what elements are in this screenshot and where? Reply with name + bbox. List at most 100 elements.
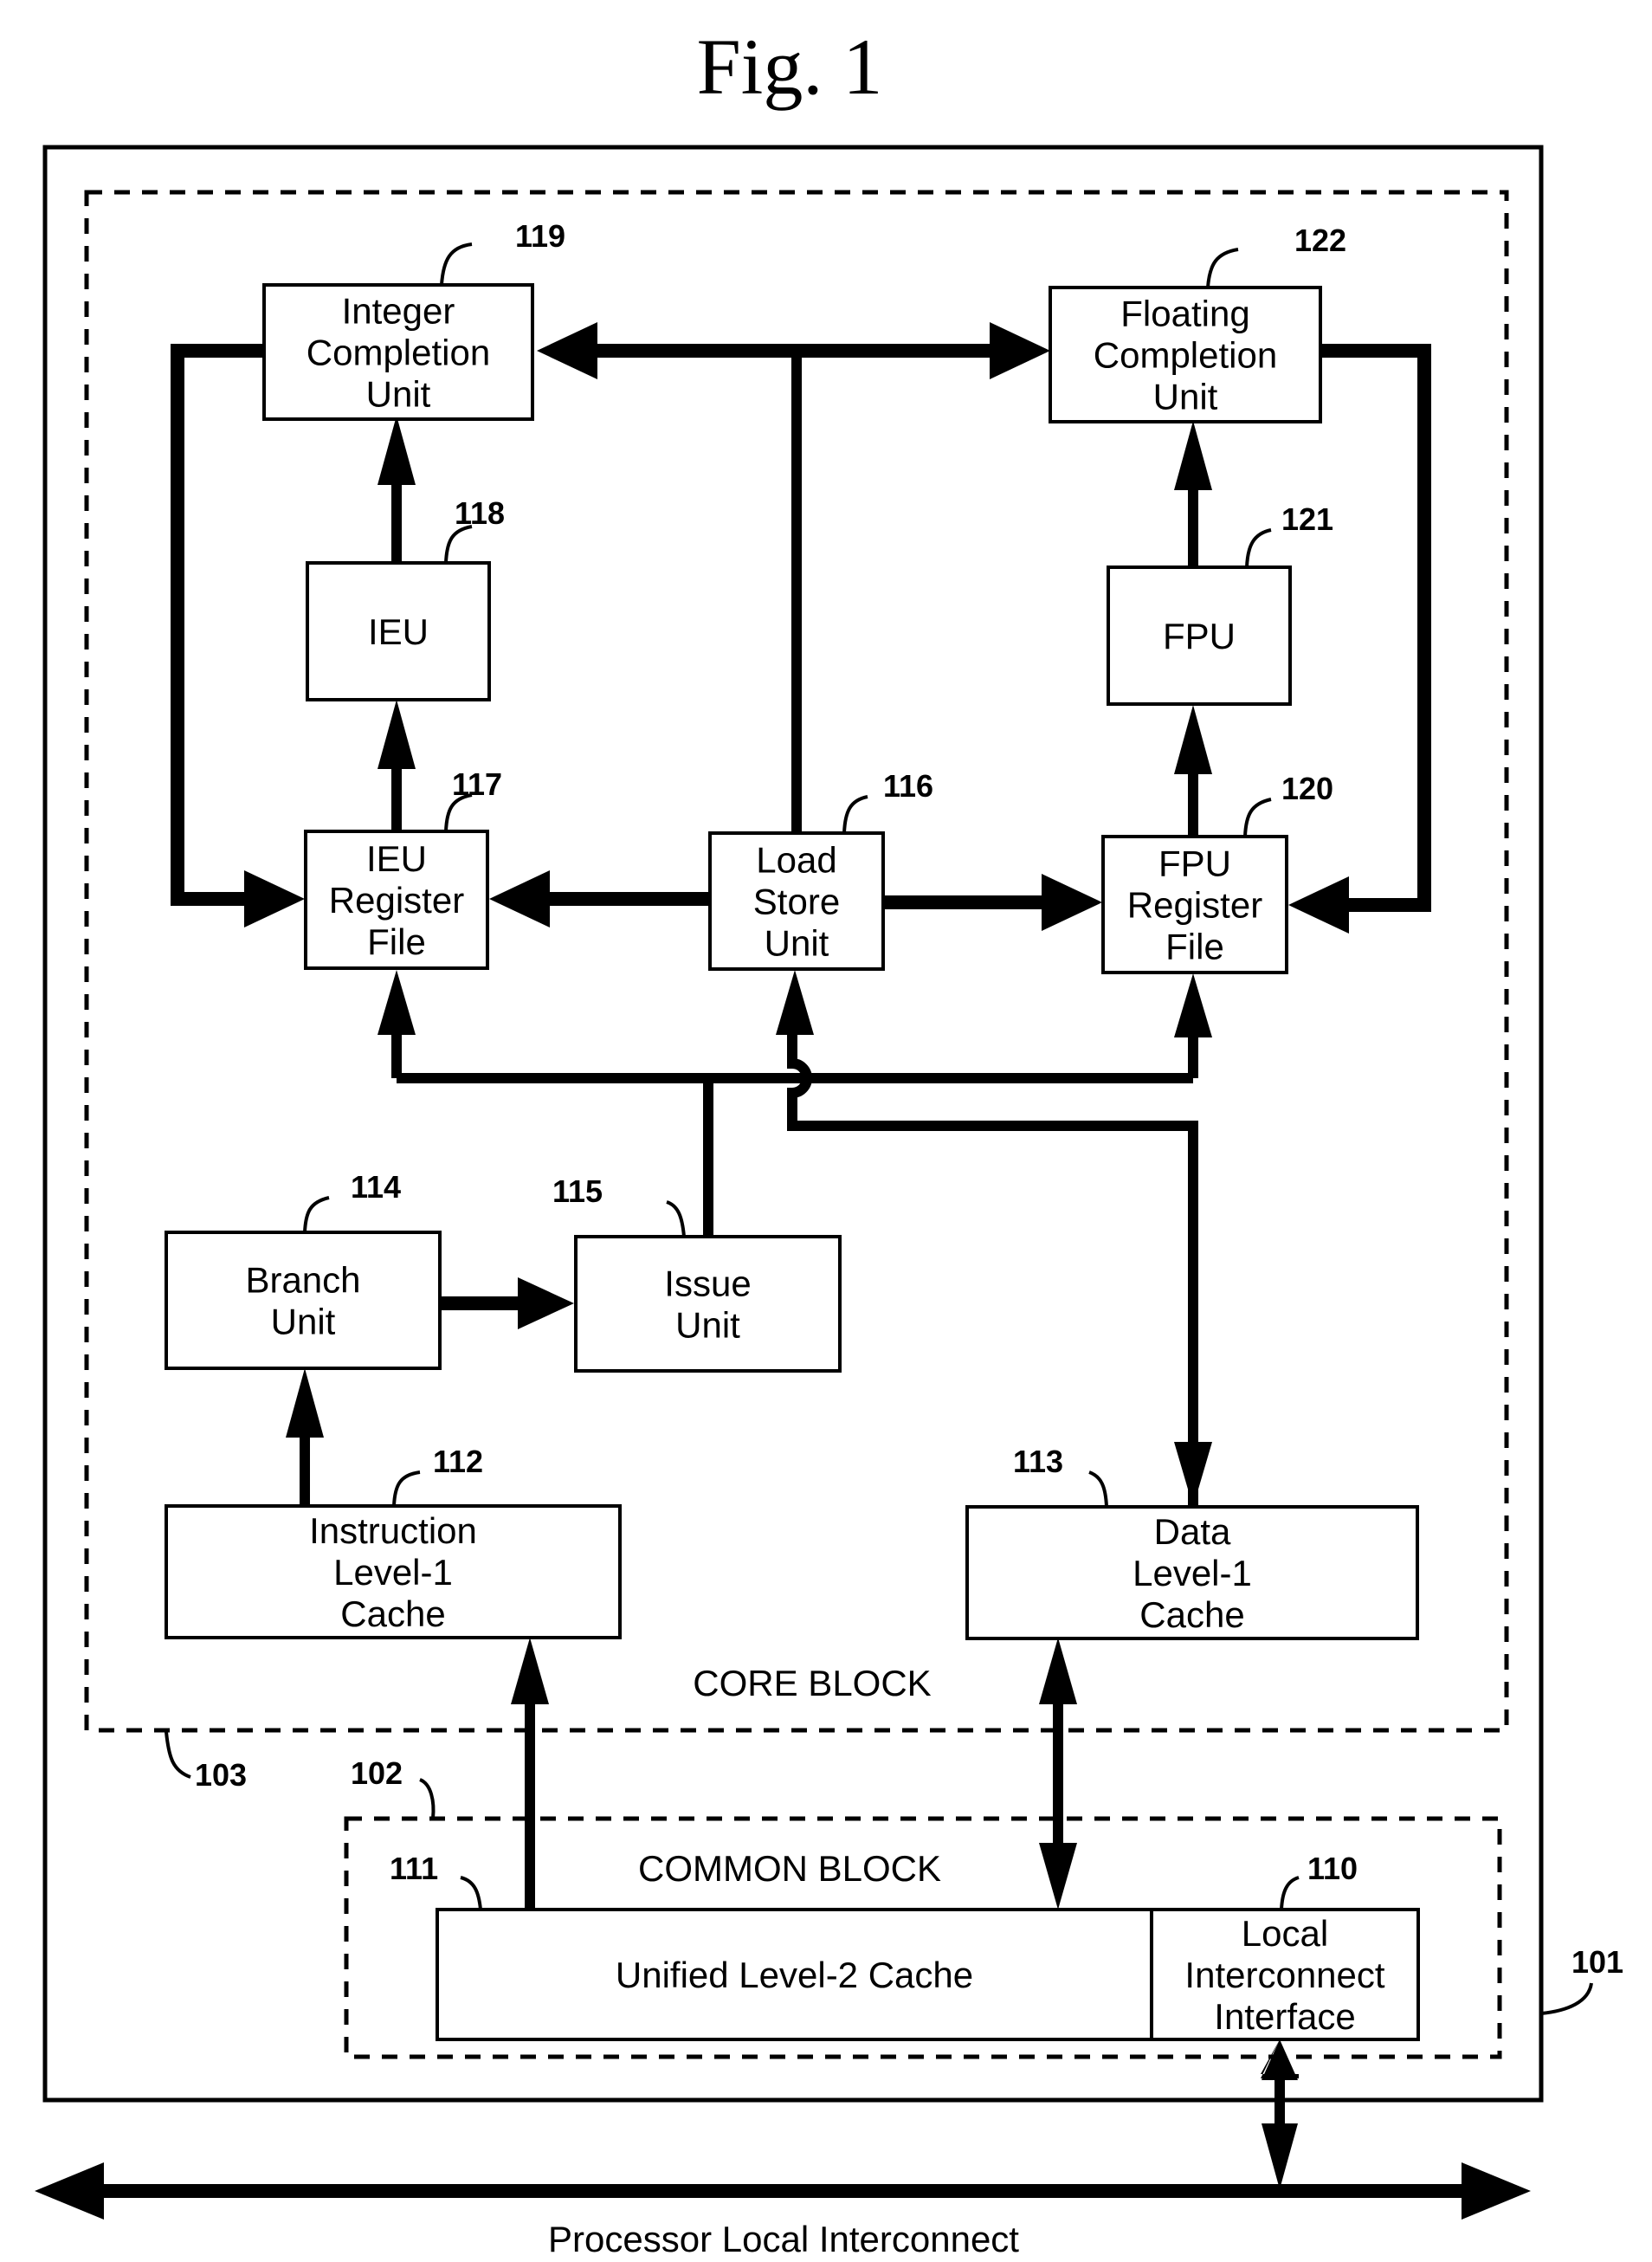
instruction-l1-cache-label-line: Level-1 xyxy=(333,1552,453,1593)
issue-unit-label-line: Unit xyxy=(675,1305,740,1346)
local-interconnect-interface-block: LocalInterconnectInterface 110 xyxy=(1150,1851,1420,2041)
ref-120: 120 xyxy=(1281,771,1333,806)
load-store-unit-label-line: Store xyxy=(753,882,840,922)
fpu-register-file-label-line: File xyxy=(1165,927,1224,967)
fpu-block: FPU 121 xyxy=(1107,501,1333,706)
bus-right-arrowhead xyxy=(1462,2162,1531,2220)
arrowhead-issue-to-ieu-regfile xyxy=(378,970,416,1035)
ref-110: 110 xyxy=(1307,1851,1358,1886)
common-block-label: COMMON BLOCK xyxy=(638,1848,941,1889)
arrowhead-to-l2 xyxy=(1039,1843,1077,1910)
ref-leader-114 xyxy=(303,1196,330,1233)
ref-leader-102 xyxy=(419,1778,436,1819)
arrowhead-to-il1 xyxy=(511,1638,549,1704)
arrowhead-lsu-to-ieu-regfile xyxy=(489,870,550,927)
ref-116: 116 xyxy=(883,768,933,804)
instruction-l1-cache-label-line: Instruction xyxy=(309,1510,477,1551)
wire-integer-completion-loop xyxy=(171,344,264,906)
fpu-register-file-label-line: FPU xyxy=(1158,843,1231,884)
issue-unit-block: IssueUnit 115 xyxy=(552,1173,842,1373)
arrowhead-to-data-l1 xyxy=(1174,1442,1212,1507)
fpu-register-file-block: FPURegisterFile 120 xyxy=(1101,771,1333,974)
fpu-label-line: FPU xyxy=(1163,616,1236,656)
ref-122: 122 xyxy=(1294,223,1346,258)
issue-unit-label-line: Issue xyxy=(664,1263,751,1304)
ref-leader-113 xyxy=(1088,1470,1108,1508)
arrowhead-to-ieu xyxy=(378,700,416,769)
bus-label: Processor Local Interconnect xyxy=(548,2219,1019,2259)
ref-115: 115 xyxy=(552,1173,603,1209)
ieu-label-line: IEU xyxy=(368,611,429,652)
arrowhead-to-branch xyxy=(286,1368,324,1438)
arrowhead-lsu-to-fpu-regfile xyxy=(1042,874,1102,931)
arrowhead-issue-to-fpu-regfile xyxy=(1174,973,1212,1037)
ref-leader-122 xyxy=(1206,248,1239,288)
local-interconnect-interface-label-line: Local xyxy=(1242,1913,1328,1954)
arrowhead-loop-to-fpu-regfile xyxy=(1288,876,1349,934)
ieu-register-file-label-line: IEU xyxy=(366,838,427,879)
branch-unit-block: BranchUnit 114 xyxy=(165,1169,442,1370)
ref-leader-116 xyxy=(842,795,868,834)
integer-completion-block: IntegerCompletionUnit 119 xyxy=(262,218,565,421)
arrowhead-to-dl1 xyxy=(1039,1638,1077,1704)
bus-left-arrowhead xyxy=(35,2162,104,2220)
fpu-register-file-label-line: Register xyxy=(1127,885,1262,926)
ref-118: 118 xyxy=(455,495,505,531)
ref-101: 101 xyxy=(1571,1944,1623,1980)
integer-completion-label-line: Unit xyxy=(366,374,431,415)
ref-leader-115 xyxy=(666,1200,686,1238)
ref-111: 111 xyxy=(390,1851,438,1886)
load-store-unit-label-line: Load xyxy=(756,840,836,881)
ieu-block: IEU 118 xyxy=(306,495,505,701)
floating-completion-label-line: Completion xyxy=(1094,335,1277,376)
data-l1-cache-label-line: Data xyxy=(1154,1511,1231,1552)
ref-leader-112 xyxy=(392,1470,421,1507)
floating-completion-label-line: Unit xyxy=(1153,377,1218,417)
arrowhead-to-int-completion-bottom xyxy=(378,416,416,485)
ieu-register-file-label-line: Register xyxy=(329,880,464,921)
branch-unit-label-line: Branch xyxy=(245,1260,360,1301)
arrowhead-to-lii-tip xyxy=(1262,2039,1298,2080)
ref-leader-118 xyxy=(444,525,473,564)
wire-floating-completion-loop xyxy=(1320,344,1431,912)
ref-112: 112 xyxy=(433,1444,483,1479)
processor-block-diagram: Fig. 1 101 CORE BLOCK 103 COMMON BLOCK 1… xyxy=(35,23,1623,2259)
issue-unit-box xyxy=(574,1235,842,1373)
instruction-l1-cache-label-line: Cache xyxy=(340,1593,445,1634)
arrowhead-to-fpu xyxy=(1174,705,1212,774)
arrowhead-to-floating-completion xyxy=(990,322,1050,379)
branch-unit-box xyxy=(165,1231,442,1370)
core-block-label: CORE BLOCK xyxy=(693,1663,931,1703)
ref-117: 117 xyxy=(452,766,502,802)
ref-leader-119 xyxy=(440,242,473,286)
arrowhead-to-lsu xyxy=(776,970,814,1035)
local-interconnect-interface-label-line: Interface xyxy=(1214,1996,1355,2037)
floating-completion-label-line: Floating xyxy=(1120,294,1249,334)
data-l1-cache-label-line: Level-1 xyxy=(1133,1553,1252,1593)
figure-title: Fig. 1 xyxy=(697,23,883,111)
ref-leader-121 xyxy=(1245,528,1272,568)
ref-114: 114 xyxy=(351,1169,401,1205)
ref-leader-111 xyxy=(460,1876,482,1910)
ref-103: 103 xyxy=(195,1757,247,1793)
ref-leader-110 xyxy=(1280,1876,1300,1910)
integer-completion-label-line: Completion xyxy=(307,333,490,373)
ref-leader-103 xyxy=(165,1731,191,1779)
arrowhead-branch-to-issue xyxy=(518,1277,574,1329)
local-interconnect-interface-label-line: Interconnect xyxy=(1184,1955,1384,1995)
arrowhead-loop-to-ieu-regfile xyxy=(244,870,305,927)
wire-lsu-data-l1 xyxy=(787,1031,1198,1507)
arrowhead-to-bus xyxy=(1262,2123,1298,2189)
instruction-l1-cache-block: InstructionLevel-1Cache 112 xyxy=(165,1444,622,1639)
unified-l2-cache-label-line: Unified Level-2 Cache xyxy=(616,1955,973,1995)
ref-102: 102 xyxy=(351,1755,403,1791)
ref-113: 113 xyxy=(1013,1444,1063,1479)
ieu-register-file-block: IEURegisterFile 117 xyxy=(304,766,502,970)
ieu-register-file-label-line: File xyxy=(367,921,426,962)
ref-leader-101 xyxy=(1540,1982,1593,2015)
data-l1-cache-label-line: Cache xyxy=(1139,1594,1244,1635)
ref-121: 121 xyxy=(1281,501,1333,537)
ref-119: 119 xyxy=(515,218,565,254)
floating-completion-block: FloatingCompletionUnit 122 xyxy=(1049,223,1346,423)
load-store-unit-label-line: Unit xyxy=(765,923,829,964)
